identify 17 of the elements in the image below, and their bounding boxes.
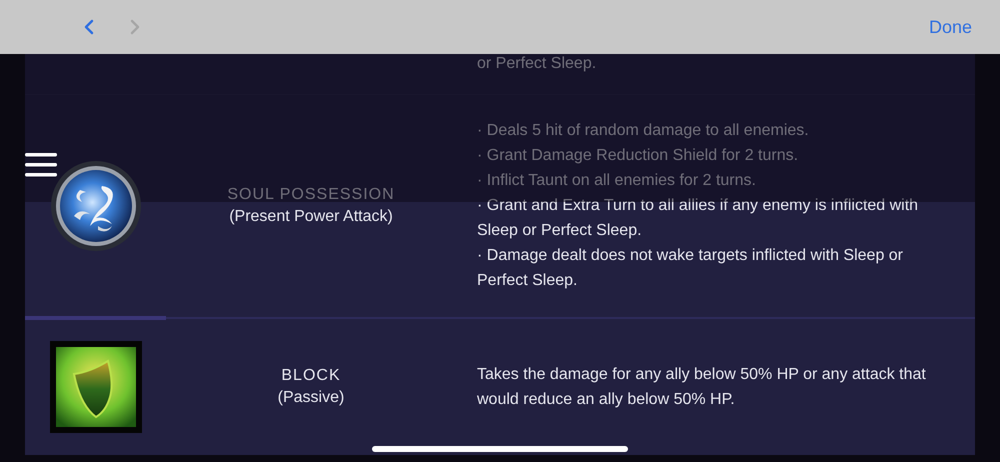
skill-name: BLOCK bbox=[281, 366, 341, 385]
description-text: · Damage dealt does not wake targets inflicted with Sleep or Perfect Sleep. bbox=[477, 246, 904, 292]
skill-name: SOUL POSSESSION bbox=[227, 186, 395, 204]
skill-type: (Passive) bbox=[278, 388, 344, 407]
swirl-orb-icon bbox=[50, 160, 142, 252]
description-text: · Deals 5 hit of random damage to all enemies. bbox=[477, 121, 810, 142]
chevron-left-icon bbox=[84, 19, 94, 35]
description-text: · Inflict Taunt on all enemies for 2 turns. bbox=[477, 171, 757, 192]
description-text: Takes the damage for any ally below 50% HP or any attack that would reduce an ally below 50% HP. bbox=[477, 364, 927, 410]
description-text: · Grant Damage Reduction Shield for 2 turns. bbox=[477, 146, 800, 166]
menu-icon[interactable] bbox=[25, 153, 57, 177]
chevron-right-icon bbox=[130, 19, 140, 35]
description-text: · Grant and Extra Turn to all allies if any enemy is inflicted with Sleep or Perfect Sleep. bbox=[477, 196, 920, 242]
shield-icon bbox=[50, 340, 142, 433]
done-button[interactable]: Done bbox=[928, 16, 972, 38]
description-text: or Perfect Sleep. bbox=[477, 55, 596, 72]
skill-type: (Present Power Attack) bbox=[229, 208, 393, 226]
